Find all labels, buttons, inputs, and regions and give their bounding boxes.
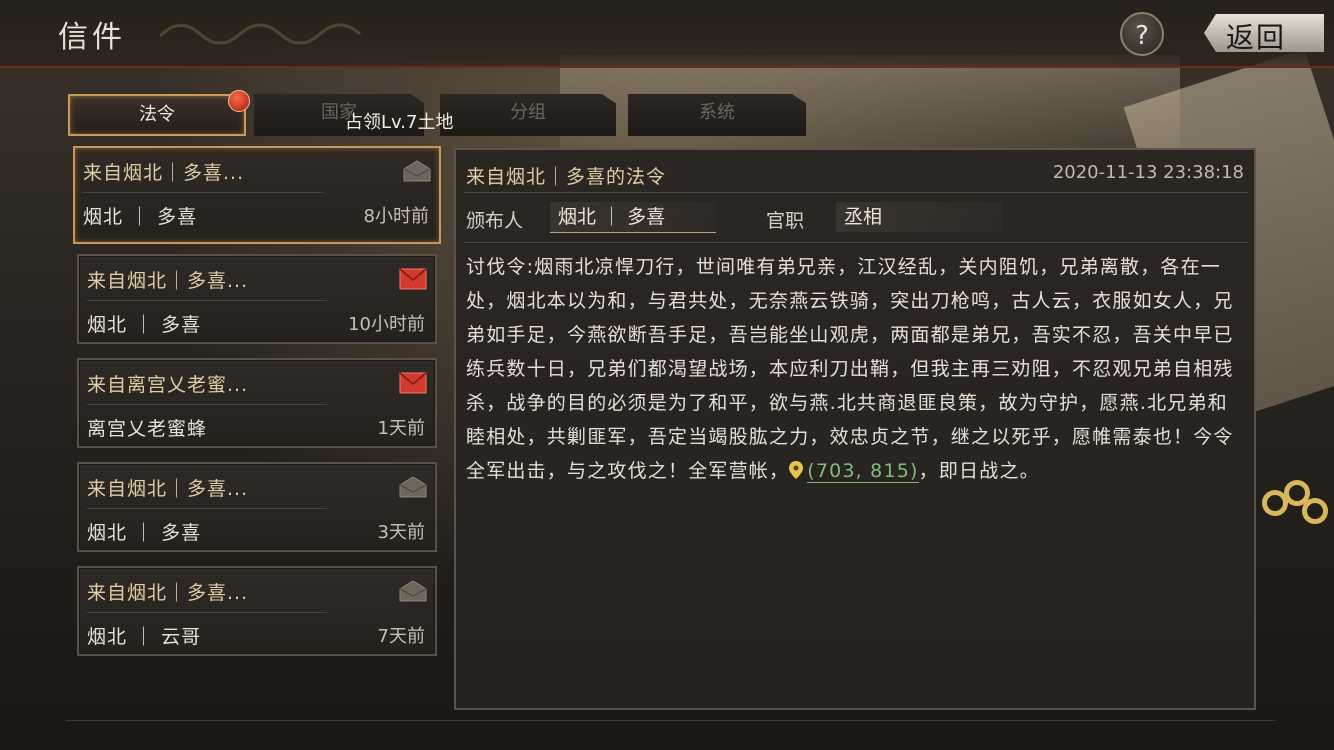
top-bar: 信件 ? 返回 <box>0 0 1334 68</box>
divider <box>66 720 1276 721</box>
mail-time: 1天前 <box>377 418 425 439</box>
tab-group[interactable]: 分组 <box>440 94 616 136</box>
divider <box>464 242 1248 243</box>
body-tail: ，即日战之。 <box>918 460 1040 482</box>
office-value: 丞相 <box>836 202 1002 232</box>
office-label: 官职 <box>766 210 805 232</box>
envelope-open-icon <box>399 580 427 602</box>
back-button-label: 返回 <box>1226 21 1287 54</box>
envelope-open-icon <box>399 476 427 498</box>
tab-decree[interactable]: 法令 <box>68 94 246 136</box>
mail-list-item[interactable]: 来自烟北｜多喜... 烟北 ｜ 多喜 8小时前 <box>73 146 441 244</box>
mail-list-item[interactable]: 来自烟北｜多喜... 烟北 ｜ 多喜 3天前 <box>77 462 437 552</box>
tab-system[interactable]: 系统 <box>628 94 806 136</box>
help-button[interactable]: ? <box>1120 12 1164 56</box>
mail-subject: 来自烟北｜多喜... <box>87 582 249 604</box>
mail-time: 10小时前 <box>348 314 425 335</box>
cloud-ornament-icon <box>160 23 362 45</box>
mail-list-item[interactable]: 来自烟北｜多喜... 烟北 ｜ 云哥 7天前 <box>77 566 437 656</box>
mail-list-item[interactable]: 来自烟北｜多喜... 烟北 ｜ 多喜 10小时前 <box>77 254 437 344</box>
divider <box>464 192 1248 193</box>
mail-subject: 来自烟北｜多喜... <box>87 478 249 500</box>
detail-subject: 来自烟北｜多喜的法令 <box>466 166 667 188</box>
envelope-unread-icon <box>399 268 427 290</box>
mail-divider <box>87 612 327 613</box>
page-title: 信件 <box>58 20 126 55</box>
detail-datetime: 2020-11-13 23:38:18 <box>1052 162 1244 183</box>
mail-subject: 来自离宫乂老蜜... <box>87 374 249 396</box>
detail-body: 讨伐令:烟雨北凉悍刀行，世间唯有弟兄亲，江汉经乱，关内阻饥，兄弟离散，各在一处，… <box>466 250 1246 488</box>
unlock-tooltip: 占领Lv.7土地 <box>345 112 454 133</box>
back-button[interactable]: 返回 <box>1186 10 1326 56</box>
mail-divider <box>87 508 327 509</box>
body-text: 讨伐令:烟雨北凉悍刀行，世间唯有弟兄亲，江汉经乱，关内阻饥，兄弟离散，各在一处，… <box>466 256 1234 482</box>
publisher-label: 颁布人 <box>466 210 524 232</box>
mail-subject: 来自烟北｜多喜... <box>83 162 245 184</box>
mail-divider <box>83 192 323 193</box>
mail-sender: 烟北 ｜ 多喜 <box>87 314 202 336</box>
mail-sender: 烟北 ｜ 云哥 <box>87 626 202 648</box>
mail-time: 3天前 <box>377 522 425 543</box>
mail-divider <box>87 300 327 301</box>
mail-sender: 烟北 ｜ 多喜 <box>87 522 202 544</box>
notification-badge <box>228 90 250 112</box>
mail-subject: 来自烟北｜多喜... <box>87 270 249 292</box>
mail-detail-panel: 来自烟北｜多喜的法令 2020-11-13 23:38:18 颁布人 烟北 ｜ … <box>454 148 1256 710</box>
envelope-unread-icon <box>399 372 427 394</box>
background-coins <box>1262 480 1334 550</box>
mail-list-item[interactable]: 来自离宫乂老蜜... 离宫乂老蜜蜂 1天前 <box>77 358 437 448</box>
mail-sender: 离宫乂老蜜蜂 <box>87 418 208 440</box>
envelope-open-icon <box>403 160 431 182</box>
mail-sender: 烟北 ｜ 多喜 <box>83 206 198 228</box>
mail-time: 8小时前 <box>363 206 429 227</box>
mail-time: 7天前 <box>377 626 425 647</box>
mail-divider <box>87 404 327 405</box>
coordinate-link[interactable]: (703, 815) <box>807 460 919 483</box>
location-pin-icon <box>789 461 804 479</box>
publisher-value[interactable]: 烟北 ｜ 多喜 <box>550 202 716 233</box>
